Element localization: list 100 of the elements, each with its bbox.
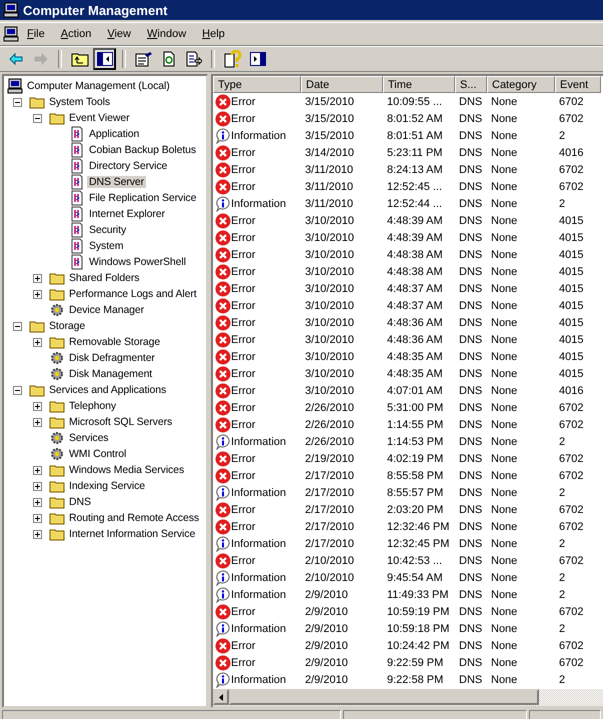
table-cell: DNS [459,674,482,686]
expand-toggle[interactable] [33,498,42,506]
table-cell: Information [231,130,286,142]
tree-item[interactable]: Routing and Remote Access [67,512,201,524]
tree-item[interactable]: System Tools [47,96,112,108]
error-icon [215,400,231,416]
tree-item[interactable]: Services [67,432,110,444]
menu-item[interactable]: View [99,26,139,42]
menu-item[interactable]: Action [52,26,100,42]
tree-item[interactable]: DNS Server [87,176,146,188]
tree-item[interactable]: Services and Applications [47,384,168,396]
expand-toggle[interactable] [33,466,42,474]
table-cell: DNS [459,146,482,158]
expand-toggle[interactable] [13,322,22,330]
expand-toggle[interactable] [33,418,42,426]
table-cell: Information [231,538,286,550]
tree-item[interactable]: Windows Media Services [67,464,186,476]
expand-toggle[interactable] [33,114,42,122]
tree-item[interactable]: Device Manager [67,304,146,316]
horizontal-scrollbar[interactable] [213,689,603,706]
column-header[interactable]: S... [455,76,487,93]
computer-icon [3,2,19,18]
table-cell: DNS [459,316,482,328]
table-cell: 3/10/2010 [305,384,354,396]
table-cell: DNS [459,334,482,346]
column-header[interactable]: Time [383,76,455,93]
tree-item[interactable]: Security [87,224,128,236]
expand-toggle[interactable] [33,290,42,298]
tree-item[interactable]: Removable Storage [67,336,162,348]
error-icon [215,366,231,382]
column-header[interactable]: Category [487,76,555,93]
table-cell: Information [231,486,286,498]
table-cell: 2 [559,588,566,600]
menu-item[interactable]: Window [139,26,194,42]
table-cell: 3/10/2010 [305,316,354,328]
table-cell: 12:32:45 PM [387,538,450,550]
gear-icon [49,350,65,366]
column-header[interactable]: Type [213,76,301,93]
table-cell: Error [231,452,256,464]
tree-item[interactable]: Application [87,128,142,140]
table-cell: 2/26/2010 [305,436,354,448]
table-cell: 2 [559,572,566,584]
column-header[interactable]: Event [555,76,601,93]
table-cell: 3/15/2010 [305,96,354,108]
table-cell: 4015 [559,300,584,312]
table-cell: 10:59:19 PM [387,606,450,618]
expand-toggle[interactable] [13,386,22,394]
tree-item[interactable]: Internet Explorer [87,208,167,220]
table-cell: 8:24:13 AM [387,164,443,176]
tree-item[interactable]: Directory Service [87,160,170,172]
table-cell: Error [231,606,256,618]
tree-item[interactable]: System [87,240,126,252]
table-cell: 2/26/2010 [305,418,354,430]
information-icon [215,586,231,602]
tree-item[interactable]: Cobian Backup Boletus [87,144,198,156]
column-header[interactable]: Date [301,76,383,93]
expand-toggle[interactable] [13,98,22,106]
table-cell: None [491,180,518,192]
table-cell: None [491,606,518,618]
expand-toggle[interactable] [33,402,42,410]
tree-item[interactable]: WMI Control [67,448,128,460]
tree-item[interactable]: Disk Defragmenter [67,352,157,364]
tree-item[interactable]: Disk Management [67,368,154,380]
tree-item[interactable]: Shared Folders [67,272,142,284]
table-cell: DNS [459,520,482,532]
table-cell: 2/10/2010 [305,572,354,584]
expand-toggle[interactable] [33,530,42,538]
tree-item[interactable]: File Replication Service [87,192,198,204]
tree-item[interactable]: Indexing Service [67,480,148,492]
tree-item[interactable]: Microsoft SQL Servers [67,416,174,428]
table-cell: 3/10/2010 [305,266,354,278]
error-icon [215,94,231,110]
tree-item[interactable]: Storage [47,320,88,332]
information-icon [215,536,231,552]
table-cell: None [491,640,518,652]
window-title: Computer Management [23,2,168,18]
expand-toggle[interactable] [33,514,42,522]
tree-item[interactable]: DNS [67,496,93,508]
tree-item[interactable]: Internet Information Service [67,528,198,540]
gear-icon [49,430,65,446]
error-icon [215,450,231,466]
tree-item[interactable]: Event Viewer [67,112,132,124]
table-cell: Error [231,334,256,346]
table-cell: 4:48:37 AM [387,282,443,294]
tree-item[interactable]: Telephony [67,400,118,412]
expand-toggle[interactable] [33,482,42,490]
expand-toggle[interactable] [33,274,42,282]
action-pane-icon [250,52,266,66]
table-cell: Error [231,112,256,124]
tree-item[interactable]: Computer Management (Local) [25,80,172,92]
information-icon [215,620,231,636]
table-cell: 3/15/2010 [305,112,354,124]
scroll-left-icon[interactable] [219,694,223,700]
tree-item[interactable]: Windows PowerShell [87,256,188,268]
menu-item[interactable]: Help [194,26,233,42]
toolbar-button[interactable] [93,48,116,70]
table-cell: 3/10/2010 [305,334,354,346]
expand-toggle[interactable] [33,338,42,346]
menu-item[interactable]: File [19,26,53,42]
tree-item[interactable]: Performance Logs and Alert [67,288,199,300]
